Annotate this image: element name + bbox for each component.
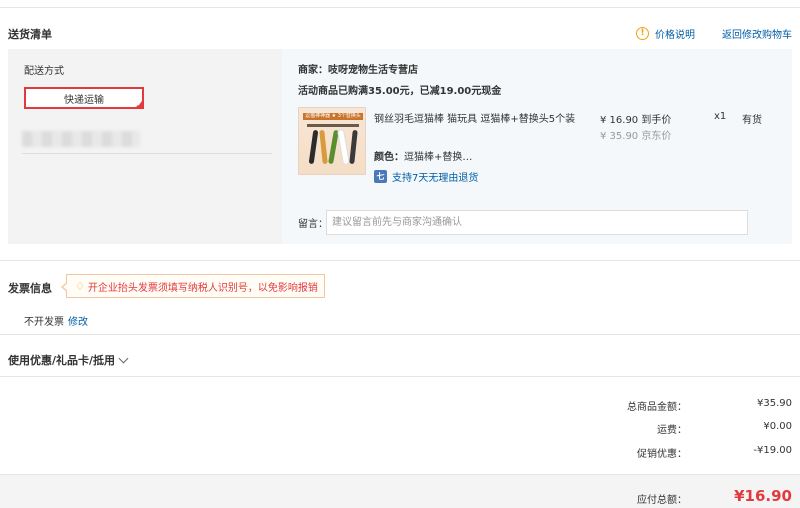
shipping-fee-value: ¥0.00	[763, 421, 792, 432]
goods-total-value: ¥35.90	[757, 398, 792, 409]
color-label: 颜色：	[374, 152, 404, 163]
feather-graphic	[338, 129, 349, 165]
shipping-panel: 配送方式 快递运输 ✓	[8, 49, 282, 244]
invoice-tip: ♢ 开企业抬头发票须填写纳税人识别号，以免影响报销	[61, 274, 325, 298]
price-explain-link[interactable]: ! 价格说明	[636, 26, 695, 41]
shipping-divider	[22, 153, 272, 154]
chevron-down-icon	[118, 353, 129, 363]
shipping-fee-label: 运费：	[657, 425, 687, 436]
discount-value: -¥19.00	[753, 445, 792, 456]
color-value: 逗猫棒+替换…	[404, 152, 473, 163]
thumbnail-banner: 逗猫棒神器 ★ 3个替换头	[303, 113, 363, 120]
shipping-option-button[interactable]: 快递运输 ✓	[24, 87, 144, 109]
product-price: ¥ 16.90 到手价	[600, 115, 672, 126]
blurred-delivery-info	[22, 131, 140, 147]
invoice-status-text: 不开发票	[24, 317, 64, 328]
delivery-section-title: 送货清单	[8, 28, 52, 41]
message-input[interactable]	[326, 210, 748, 235]
top-divider	[0, 7, 800, 8]
section-divider	[0, 376, 800, 377]
invoice-section-title: 发票信息	[8, 282, 52, 295]
product-quantity: x1	[714, 111, 727, 122]
total-value: ¥16.90	[734, 487, 792, 505]
stock-status: 有货	[742, 115, 762, 126]
feather-graphic	[319, 129, 328, 165]
feather-graphic	[349, 129, 358, 165]
product-original-price: ¥ 35.90 京东价	[600, 131, 672, 142]
back-to-cart-link[interactable]: 返回修改购物车	[722, 26, 792, 41]
shipping-method-label: 配送方式	[24, 66, 64, 77]
coupon-toggle[interactable]: 使用优惠/礼品卡/抵用	[8, 352, 129, 368]
section-divider	[0, 334, 800, 335]
total-bar: 应付总额： ¥16.90	[0, 474, 800, 508]
invoice-status: 不开发票 修改	[24, 313, 88, 328]
product-thumbnail[interactable]: 逗猫棒神器 ★ 3个替换头	[298, 107, 366, 175]
invoice-edit-link[interactable]: 修改	[68, 317, 88, 328]
order-items-panel: 商家：吱呀宠物生活专营店 活动商品已购满35.00元，已减19.00元现金 逗猫…	[282, 49, 792, 244]
delivery-box: 配送方式 快递运输 ✓ 商家：吱呀宠物生活专营店 活动商品已购满35.00元，已…	[8, 49, 792, 244]
coupon-title: 使用优惠/礼品卡/抵用	[8, 354, 116, 367]
section-divider	[0, 260, 800, 261]
lightbulb-icon: ♢	[75, 279, 85, 293]
goods-total-label: 总商品金额：	[627, 402, 687, 413]
shipping-option-label: 快递运输	[64, 94, 104, 106]
product-title[interactable]: 钢丝羽毛逗猫棒 猫玩具 逗猫棒+替换头5个装	[374, 110, 584, 125]
info-icon: !	[636, 27, 649, 40]
promo-text: 活动商品已购满35.00元，已减19.00元现金	[298, 86, 502, 97]
feather-graphic	[328, 129, 339, 165]
seven-day-return-icon: 七	[374, 170, 387, 183]
discount-label: 促销优惠：	[637, 449, 687, 460]
product-color: 颜色：逗猫棒+替换…	[374, 148, 472, 163]
tip-arrow-inner	[63, 283, 68, 291]
total-label: 应付总额：	[637, 495, 687, 506]
return-policy: 七 支持7天无理由退货	[374, 169, 478, 184]
return-policy-text: 支持7天无理由退货	[392, 173, 479, 184]
invoice-tip-text: 开企业抬头发票须填写纳税人识别号，以免影响报销	[87, 282, 318, 294]
seller-name: 商家：吱呀宠物生活专营店	[298, 65, 418, 76]
message-label: 留言：	[298, 219, 328, 230]
price-explain-label: 价格说明	[655, 30, 695, 41]
checkmark-icon: ✓	[136, 101, 142, 108]
thumbnail-rod-graphic	[307, 124, 359, 127]
feather-graphic	[308, 129, 319, 165]
